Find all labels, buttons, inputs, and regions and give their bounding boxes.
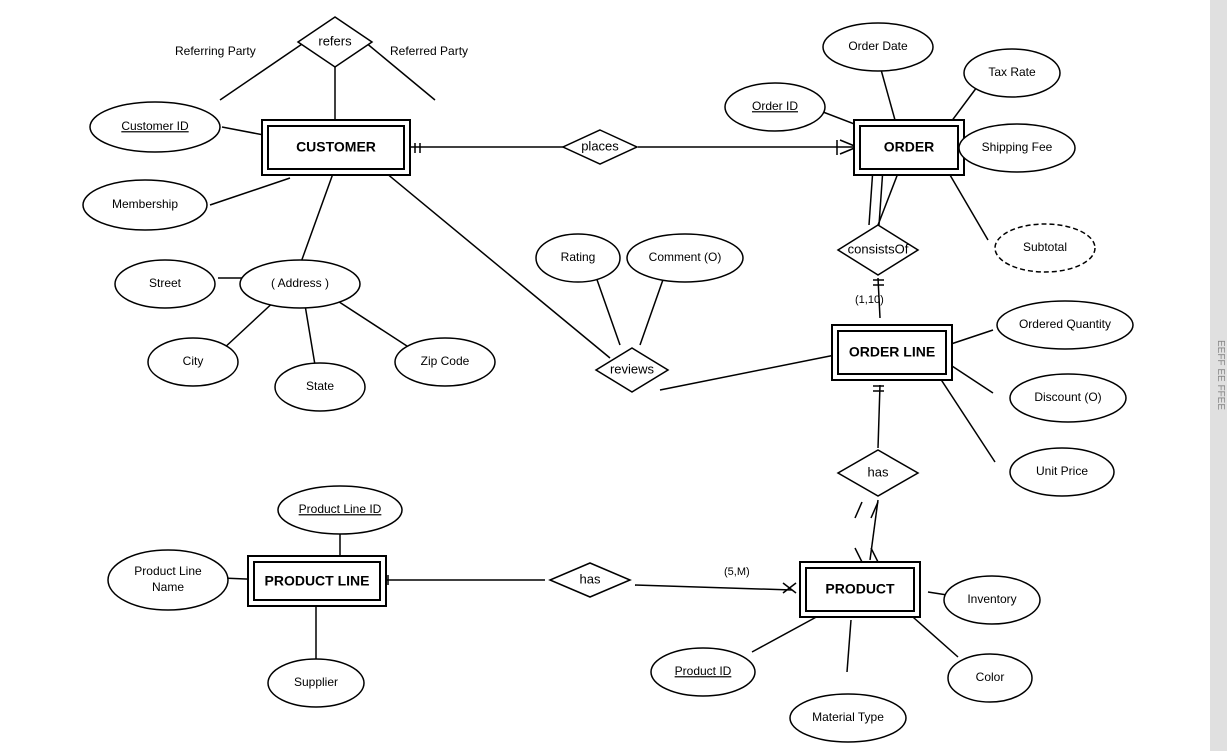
state-label: State: [306, 379, 334, 393]
unit-price-label: Unit Price: [1036, 464, 1088, 478]
consists-of-label: consistsOf: [848, 241, 909, 256]
order-id-label: Order ID: [752, 99, 798, 113]
ordered-qty-label: Ordered Quantity: [1019, 317, 1111, 331]
er-diagram: (1,10) (5,M) Referring Party Referred: [0, 0, 1227, 751]
customer-label: CUSTOMER: [296, 139, 376, 155]
product-label: PRODUCT: [825, 581, 895, 597]
product-line-label: PRODUCT LINE: [265, 573, 370, 589]
product-line-name-label-1: Product Line: [134, 564, 202, 578]
referring-party-label: Referring Party: [175, 44, 256, 58]
side-text: EEFF EE FFEE: [1215, 340, 1226, 410]
cardinality-1-10: (1,10): [855, 294, 884, 306]
inventory-label: Inventory: [967, 592, 1016, 606]
order-label: ORDER: [884, 139, 935, 155]
product-line-name-label-2: Name: [152, 580, 184, 594]
has-order-line-label: has: [868, 464, 889, 479]
zip-code-label: Zip Code: [421, 354, 470, 368]
order-line-label: ORDER LINE: [849, 344, 935, 360]
product-line-id-label: Product Line ID: [299, 502, 382, 516]
discount-label: Discount (O): [1034, 390, 1101, 404]
order-date-label: Order Date: [848, 39, 908, 53]
reviews-label: reviews: [610, 361, 655, 376]
material-type-label: Material Type: [812, 710, 884, 724]
address-label: ( Address ): [271, 276, 329, 290]
street-label: Street: [149, 276, 182, 290]
customer-id-label: Customer ID: [121, 119, 189, 133]
comment-label: Comment (O): [649, 250, 722, 264]
color-label: Color: [976, 670, 1005, 684]
tax-rate-label: Tax Rate: [988, 65, 1036, 79]
shipping-fee-label: Shipping Fee: [982, 140, 1053, 154]
city-label: City: [183, 354, 204, 368]
membership-label: Membership: [112, 197, 178, 211]
rating-label: Rating: [561, 250, 596, 264]
product-id-label: Product ID: [675, 664, 732, 678]
supplier-label: Supplier: [294, 675, 338, 689]
cardinality-5m: (5,M): [724, 566, 750, 578]
has-product-label: has: [580, 571, 601, 586]
subtotal-label: Subtotal: [1023, 240, 1067, 254]
places-label: places: [581, 138, 619, 153]
referred-party-label: Referred Party: [390, 44, 468, 58]
refers-label: refers: [318, 33, 352, 48]
